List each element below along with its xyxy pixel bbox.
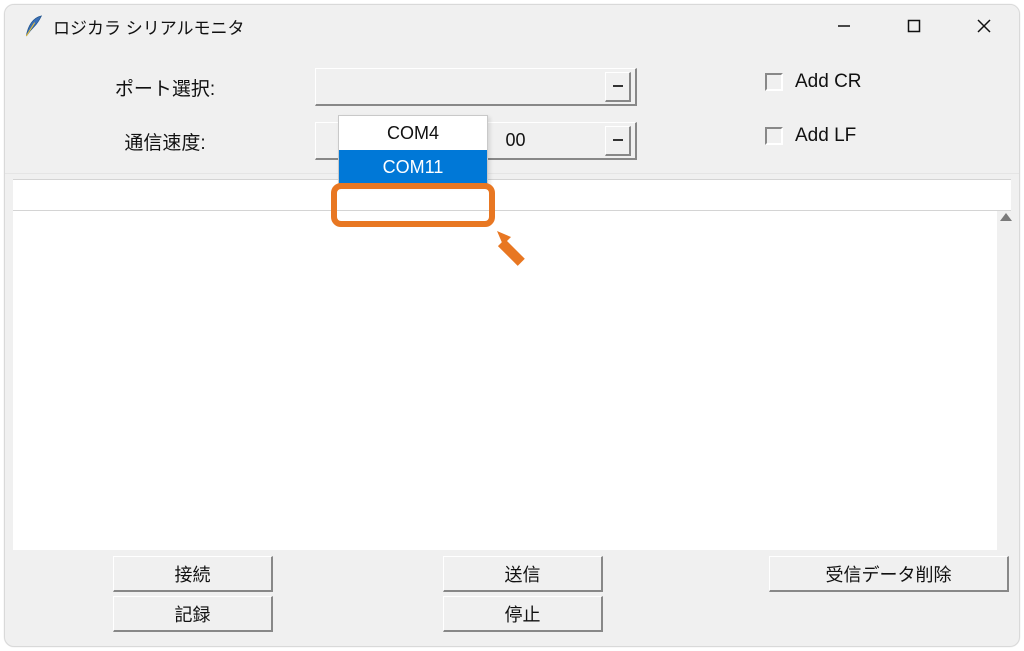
add-cr-checkbox[interactable]	[765, 73, 783, 91]
clear-rx-button[interactable]: 受信データ削除	[769, 556, 1009, 592]
title-bar: ロジカラ シリアルモニタ	[5, 5, 1019, 47]
port-dropdown-popup: COM4 COM11	[338, 115, 488, 185]
stop-button[interactable]: 停止	[443, 596, 603, 632]
chevron-down-icon	[605, 72, 631, 102]
baud-label: 通信速度:	[15, 128, 315, 155]
scroll-up-icon	[1000, 213, 1012, 221]
port-dropdown[interactable]	[315, 68, 637, 106]
config-panel: ポート選択: Add CR 通信速度: 00 Add	[5, 47, 1019, 174]
app-icon	[23, 14, 43, 38]
port-option-com4[interactable]: COM4	[339, 116, 487, 150]
bottom-toolbar: 接続 記録 送信 停止 受信データ削除	[13, 554, 1011, 638]
receive-textarea[interactable]	[13, 211, 997, 550]
vertical-scrollbar[interactable]	[999, 211, 1013, 550]
add-cr-label: Add CR	[795, 71, 862, 93]
close-button[interactable]	[949, 5, 1019, 47]
send-input[interactable]	[13, 179, 1011, 211]
add-lf-checkbox[interactable]	[765, 127, 783, 145]
chevron-down-icon	[605, 126, 631, 156]
window-title: ロジカラ シリアルモニタ	[53, 14, 245, 39]
window-controls	[809, 5, 1019, 47]
app-window: ロジカラ シリアルモニタ ポート選択: Add	[4, 4, 1020, 647]
record-button[interactable]: 記録	[113, 596, 273, 632]
minimize-button[interactable]	[809, 5, 879, 47]
add-lf-label: Add LF	[795, 125, 856, 147]
send-button[interactable]: 送信	[443, 556, 603, 592]
connect-button[interactable]: 接続	[113, 556, 273, 592]
port-label: ポート選択:	[15, 74, 315, 101]
port-option-com11[interactable]: COM11	[339, 150, 487, 184]
maximize-button[interactable]	[879, 5, 949, 47]
